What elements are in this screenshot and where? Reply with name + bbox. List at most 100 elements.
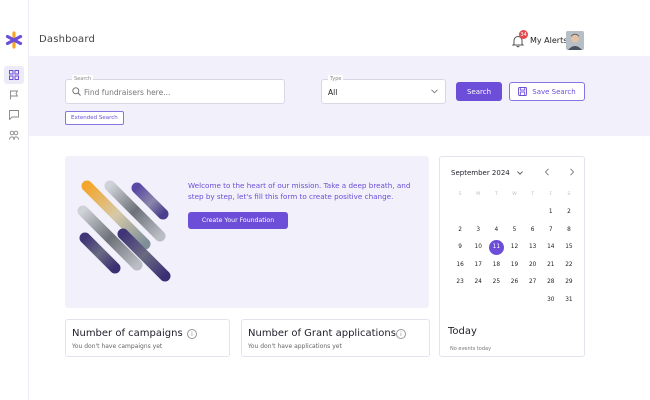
weekday-label: M — [476, 192, 481, 198]
calendar-day-selected[interactable]: 11 — [487, 239, 505, 256]
selected-day-marker: 11 — [488, 239, 504, 255]
today-subtitle: No events today — [450, 346, 492, 352]
calendar-day[interactable]: 18 — [487, 257, 505, 273]
alerts-label: My Alerts — [530, 35, 568, 45]
grants-card: Number of Grant applications i You don't… — [241, 319, 430, 357]
campaigns-subtitle: You don't have campaigns yet — [72, 343, 163, 350]
calendar-day[interactable]: 7 — [542, 222, 560, 238]
create-foundation-button[interactable]: Create Your Foundation — [188, 212, 288, 229]
calendar-day[interactable]: 13 — [524, 240, 542, 256]
weekday-label: T — [531, 192, 534, 198]
calendar-empty-cell — [469, 292, 487, 308]
calendar-day[interactable]: 6 — [524, 222, 542, 238]
grants-title: Number of Grant applications — [248, 328, 396, 339]
type-field-label: Type — [328, 75, 344, 83]
calendar-day[interactable]: 9 — [451, 240, 469, 256]
chat-icon — [9, 110, 19, 120]
users-icon — [9, 130, 19, 140]
alerts-button[interactable]: 34 My Alerts — [511, 30, 568, 49]
chevron-down-icon — [431, 89, 438, 94]
weekday-label: S — [567, 192, 571, 198]
extended-search-button[interactable]: Extended Search — [65, 111, 124, 125]
calendar-day[interactable]: 1 — [542, 205, 560, 221]
calendar-day[interactable]: 14 — [542, 240, 560, 256]
today-panel: Today No events today — [439, 320, 585, 357]
dashboard-grid-icon — [9, 70, 19, 80]
calendar-day[interactable]: 24 — [469, 275, 487, 291]
calendar-empty-cell — [505, 205, 523, 221]
calendar-empty-cell — [451, 205, 469, 221]
flag-icon — [10, 90, 19, 100]
search-icon — [72, 87, 81, 96]
alerts-badge: 34 — [519, 30, 528, 39]
calendar-empty-cell — [451, 292, 469, 308]
calendar-day[interactable]: 3 — [469, 222, 487, 238]
save-search-label: Save Search — [532, 87, 576, 96]
save-icon — [518, 87, 528, 96]
calendar-day[interactable]: 4 — [487, 222, 505, 238]
sidebar — [0, 0, 29, 400]
calendar-day[interactable]: 22 — [560, 257, 578, 273]
calendar-day[interactable]: 12 — [505, 240, 523, 256]
welcome-illustration — [77, 180, 171, 282]
calendar-day[interactable]: 16 — [451, 257, 469, 273]
calendar-day[interactable]: 19 — [505, 257, 523, 273]
calendar-empty-cell — [487, 205, 505, 221]
sidebar-item-community[interactable] — [4, 126, 24, 144]
calendar-day[interactable]: 10 — [469, 240, 487, 256]
chevron-left-icon — [544, 168, 549, 176]
calendar-empty-cell — [469, 205, 487, 221]
sidebar-item-messages[interactable] — [4, 106, 24, 124]
search-panel: Search Type All Search Save Search Exten… — [29, 56, 650, 136]
top-bar: Dashboard 34 My Alerts — [29, 0, 650, 56]
save-search-button[interactable]: Save Search — [509, 82, 585, 101]
search-input[interactable] — [84, 85, 279, 99]
calendar-day[interactable]: 20 — [524, 257, 542, 273]
today-title: Today — [448, 326, 477, 337]
calendar-day[interactable]: 21 — [542, 257, 560, 273]
calendar-day[interactable]: 27 — [524, 275, 542, 291]
weekday-label: W — [512, 192, 517, 198]
sidebar-item-dashboard[interactable] — [4, 66, 24, 84]
calendar-day[interactable]: 31 — [560, 292, 578, 308]
search-field-label: Search — [72, 75, 94, 83]
calendar-day[interactable]: 25 — [487, 275, 505, 291]
calendar-day[interactable]: 26 — [505, 275, 523, 291]
calendar-day[interactable]: 30 — [542, 292, 560, 308]
grants-subtitle: You don't have applications yet — [248, 343, 342, 350]
next-month-button[interactable] — [569, 168, 575, 178]
app-logo[interactable] — [5, 31, 23, 49]
calendar-day[interactable]: 8 — [560, 222, 578, 238]
calendar-day[interactable]: 5 — [505, 222, 523, 238]
month-selector[interactable]: September 2024 — [451, 169, 523, 177]
calendar-day[interactable]: 28 — [542, 275, 560, 291]
search-button[interactable]: Search — [456, 82, 502, 101]
calendar-day[interactable]: 2 — [560, 205, 578, 221]
calendar-day[interactable]: 29 — [560, 275, 578, 291]
calendar-day[interactable]: 23 — [451, 275, 469, 291]
prev-month-button[interactable] — [544, 168, 550, 178]
chevron-down-icon — [516, 171, 523, 175]
calendar-empty-cell — [524, 292, 542, 308]
type-select-value: All — [328, 88, 338, 97]
welcome-text: Welcome to the heart of our mission. Tak… — [188, 181, 411, 201]
sidebar-item-campaigns[interactable] — [4, 86, 24, 104]
page-title: Dashboard — [39, 34, 96, 45]
app-root: Dashboard 34 My Alerts Search Find fundr… — [0, 0, 650, 400]
avatar[interactable] — [566, 31, 584, 50]
info-icon[interactable]: i — [187, 329, 197, 339]
calendar-month: September 2024 — [451, 169, 510, 177]
calendar-day[interactable]: 2 — [451, 222, 469, 238]
calendar-day[interactable]: 17 — [469, 257, 487, 273]
weekday-label: S — [458, 192, 462, 198]
calendar: September 2024 S M T W T F S 1 2 2 3 4 5 6 7 8 9 10 11 12 13… — [439, 156, 585, 321]
calendar-day[interactable]: 15 — [560, 240, 578, 256]
bell-icon: 34 — [511, 30, 528, 48]
info-icon[interactable]: i — [396, 329, 406, 339]
calendar-grid: S M T W T F S 1 2 2 3 4 5 6 7 8 9 10 11 12 13 14 15 16 17 18 19 20 2… — [451, 187, 578, 308]
calendar-empty-cell — [487, 292, 505, 308]
type-select[interactable]: Type All — [321, 75, 446, 104]
search-field[interactable]: Search — [65, 75, 285, 104]
weekday-label: T — [494, 192, 498, 198]
campaigns-title: Number of campaigns — [72, 328, 183, 339]
